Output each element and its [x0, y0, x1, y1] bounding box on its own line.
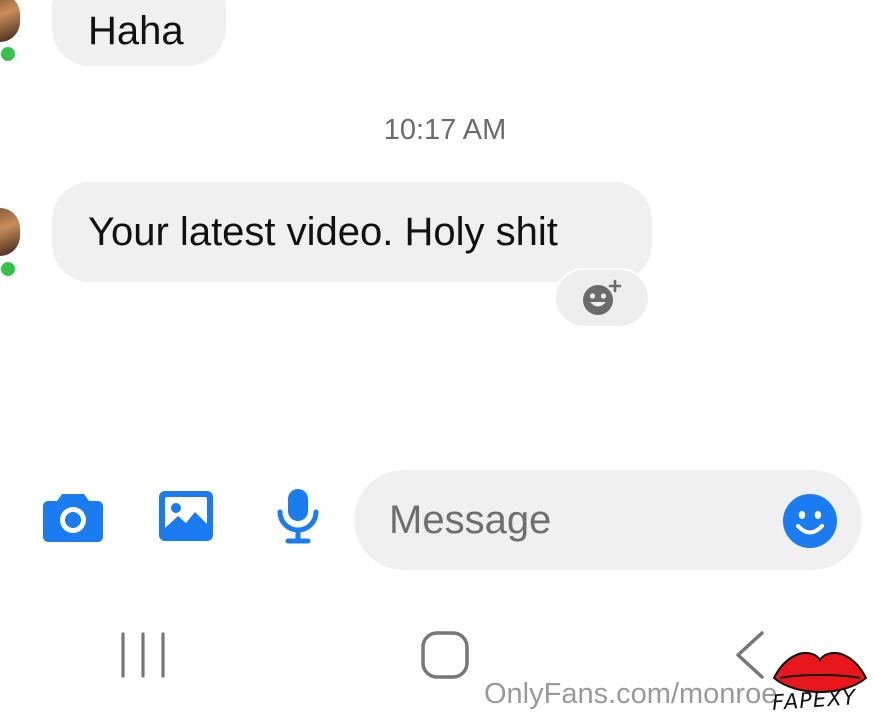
- message-timestamp: 10:17 AM: [383, 114, 507, 146]
- home-icon[interactable]: [420, 630, 470, 680]
- message-text: Haha: [88, 9, 184, 53]
- watermark-text: OnlyFans.com/monroe: [484, 678, 778, 710]
- add-reaction-button[interactable]: [554, 268, 650, 328]
- message-input[interactable]: Message: [354, 470, 862, 570]
- recent-apps-icon[interactable]: [118, 632, 168, 678]
- gallery-icon[interactable]: [158, 490, 214, 542]
- camera-icon[interactable]: [42, 490, 104, 542]
- message-bubble[interactable]: Haha: [52, 0, 226, 66]
- add-reaction-icon: [583, 279, 622, 315]
- emoji-icon[interactable]: [782, 493, 838, 549]
- contact-avatar[interactable]: [0, 208, 20, 256]
- microphone-icon[interactable]: [272, 488, 324, 544]
- contact-avatar[interactable]: [0, 0, 20, 42]
- message-text: Your latest video. Holy shit: [88, 210, 558, 254]
- chat-screen: Haha 10:17 AM Your latest video. Holy sh…: [0, 0, 874, 723]
- message-bubble[interactable]: Your latest video. Holy shit: [52, 182, 652, 282]
- online-status-dot: [0, 259, 18, 279]
- online-status-dot: [0, 44, 18, 64]
- message-input-placeholder: Message: [389, 498, 552, 542]
- back-icon[interactable]: [732, 630, 768, 680]
